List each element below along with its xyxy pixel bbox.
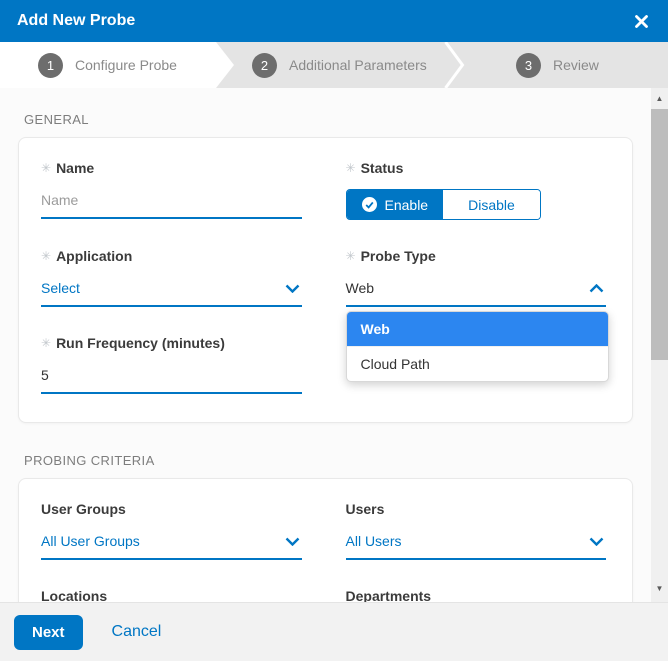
probe-type-select[interactable]: Web (345, 277, 606, 307)
locations-field: Locations (41, 588, 302, 602)
run-frequency-input[interactable] (41, 364, 302, 394)
scrollbar-thumb[interactable] (651, 109, 668, 360)
departments-label: Departments (345, 588, 432, 602)
step-1-label: Configure Probe (75, 57, 177, 73)
probe-type-field-label: ✳ Probe Type (345, 248, 436, 264)
status-disable-option[interactable]: Disable (443, 190, 540, 219)
application-field: ✳ Application Select (41, 248, 302, 307)
name-input[interactable] (41, 189, 302, 219)
close-button[interactable] (632, 12, 651, 31)
name-field: ✳ Name (41, 160, 302, 220)
required-asterisk: ✳ (41, 161, 52, 175)
application-field-label: ✳ Application (41, 248, 133, 264)
step-separator-chevron (444, 41, 466, 93)
required-asterisk: ✳ (345, 161, 356, 175)
section-title-general: GENERAL (24, 112, 89, 127)
users-select-value: All Users (345, 533, 402, 549)
step-review[interactable]: 3 Review (516, 42, 599, 88)
users-field-label: Users (345, 501, 385, 517)
user-groups-select[interactable]: All User Groups (41, 530, 302, 560)
dialog-header: Add New Probe (0, 0, 668, 42)
probe-type-field: ✳ Probe Type Web Web Cloud Path (345, 248, 609, 382)
step-configure-probe[interactable]: 1 Configure Probe (38, 42, 177, 88)
user-groups-field-label: User Groups (41, 501, 126, 517)
status-toggle: Enable Disable (345, 189, 541, 220)
step-2-number: 2 (252, 52, 277, 78)
users-select[interactable]: All Users (345, 530, 606, 560)
step-2-label: Additional Parameters (289, 57, 427, 73)
close-icon (634, 14, 649, 29)
probe-type-select-value: Web (345, 280, 375, 296)
section-title-probing-criteria: PROBING CRITERIA (24, 453, 155, 468)
run-frequency-field-label: ✳ Run Frequency (minutes) (41, 335, 225, 351)
probing-criteria-card: User Groups All User Groups Users All Us… (18, 478, 633, 602)
wizard-stepper: 1 Configure Probe 2 Additional Parameter… (0, 41, 668, 89)
dropdown-option-web[interactable]: Web (346, 312, 608, 346)
user-groups-select-value: All User Groups (41, 533, 140, 549)
chevron-down-icon (589, 537, 604, 546)
dialog-title: Add New Probe (17, 12, 136, 29)
check-circle-icon (361, 197, 377, 212)
departments-field: Departments (346, 588, 607, 602)
status-field: ✳ Status Enable Disable (345, 160, 607, 220)
chevron-up-icon (589, 283, 604, 293)
required-asterisk: ✳ (345, 249, 356, 263)
status-enable-option[interactable]: Enable (346, 190, 444, 219)
locations-label: Locations (41, 588, 108, 602)
step-3-number: 3 (516, 52, 541, 78)
users-field: Users All Users (345, 501, 606, 560)
next-button[interactable]: Next (14, 614, 83, 650)
scrollbar-up-arrow[interactable]: ▲ (651, 95, 668, 103)
dropdown-option-cloud-path[interactable]: Cloud Path (346, 346, 608, 381)
scrollbar[interactable]: ▲ ▼ (651, 88, 668, 602)
step-1-number: 1 (38, 52, 63, 78)
general-card: ✳ Name ✳ Status Enable (18, 137, 633, 423)
dialog-footer: Next Cancel (0, 602, 668, 661)
required-asterisk: ✳ (41, 249, 52, 263)
scrollbar-down-arrow[interactable]: ▼ (651, 585, 668, 593)
content-scroll-area: GENERAL ✳ Name ✳ Status (0, 88, 668, 602)
application-select[interactable]: Select (41, 277, 302, 307)
step-additional-parameters[interactable]: 2 Additional Parameters (252, 42, 427, 88)
status-field-label: ✳ Status (345, 160, 404, 176)
user-groups-field: User Groups All User Groups (41, 501, 302, 560)
required-asterisk: ✳ (41, 336, 52, 350)
cancel-button[interactable]: Cancel (112, 623, 162, 641)
run-frequency-field: ✳ Run Frequency (minutes) (41, 335, 302, 394)
add-new-probe-dialog: Add New Probe 1 Configure Probe 2 Additi… (0, 0, 668, 661)
name-field-label: ✳ Name (41, 160, 95, 176)
probe-type-dropdown: Web Cloud Path (345, 311, 609, 382)
chevron-down-icon (285, 537, 300, 546)
step-3-label: Review (553, 57, 599, 73)
application-select-value: Select (41, 280, 80, 296)
chevron-down-icon (285, 284, 300, 293)
